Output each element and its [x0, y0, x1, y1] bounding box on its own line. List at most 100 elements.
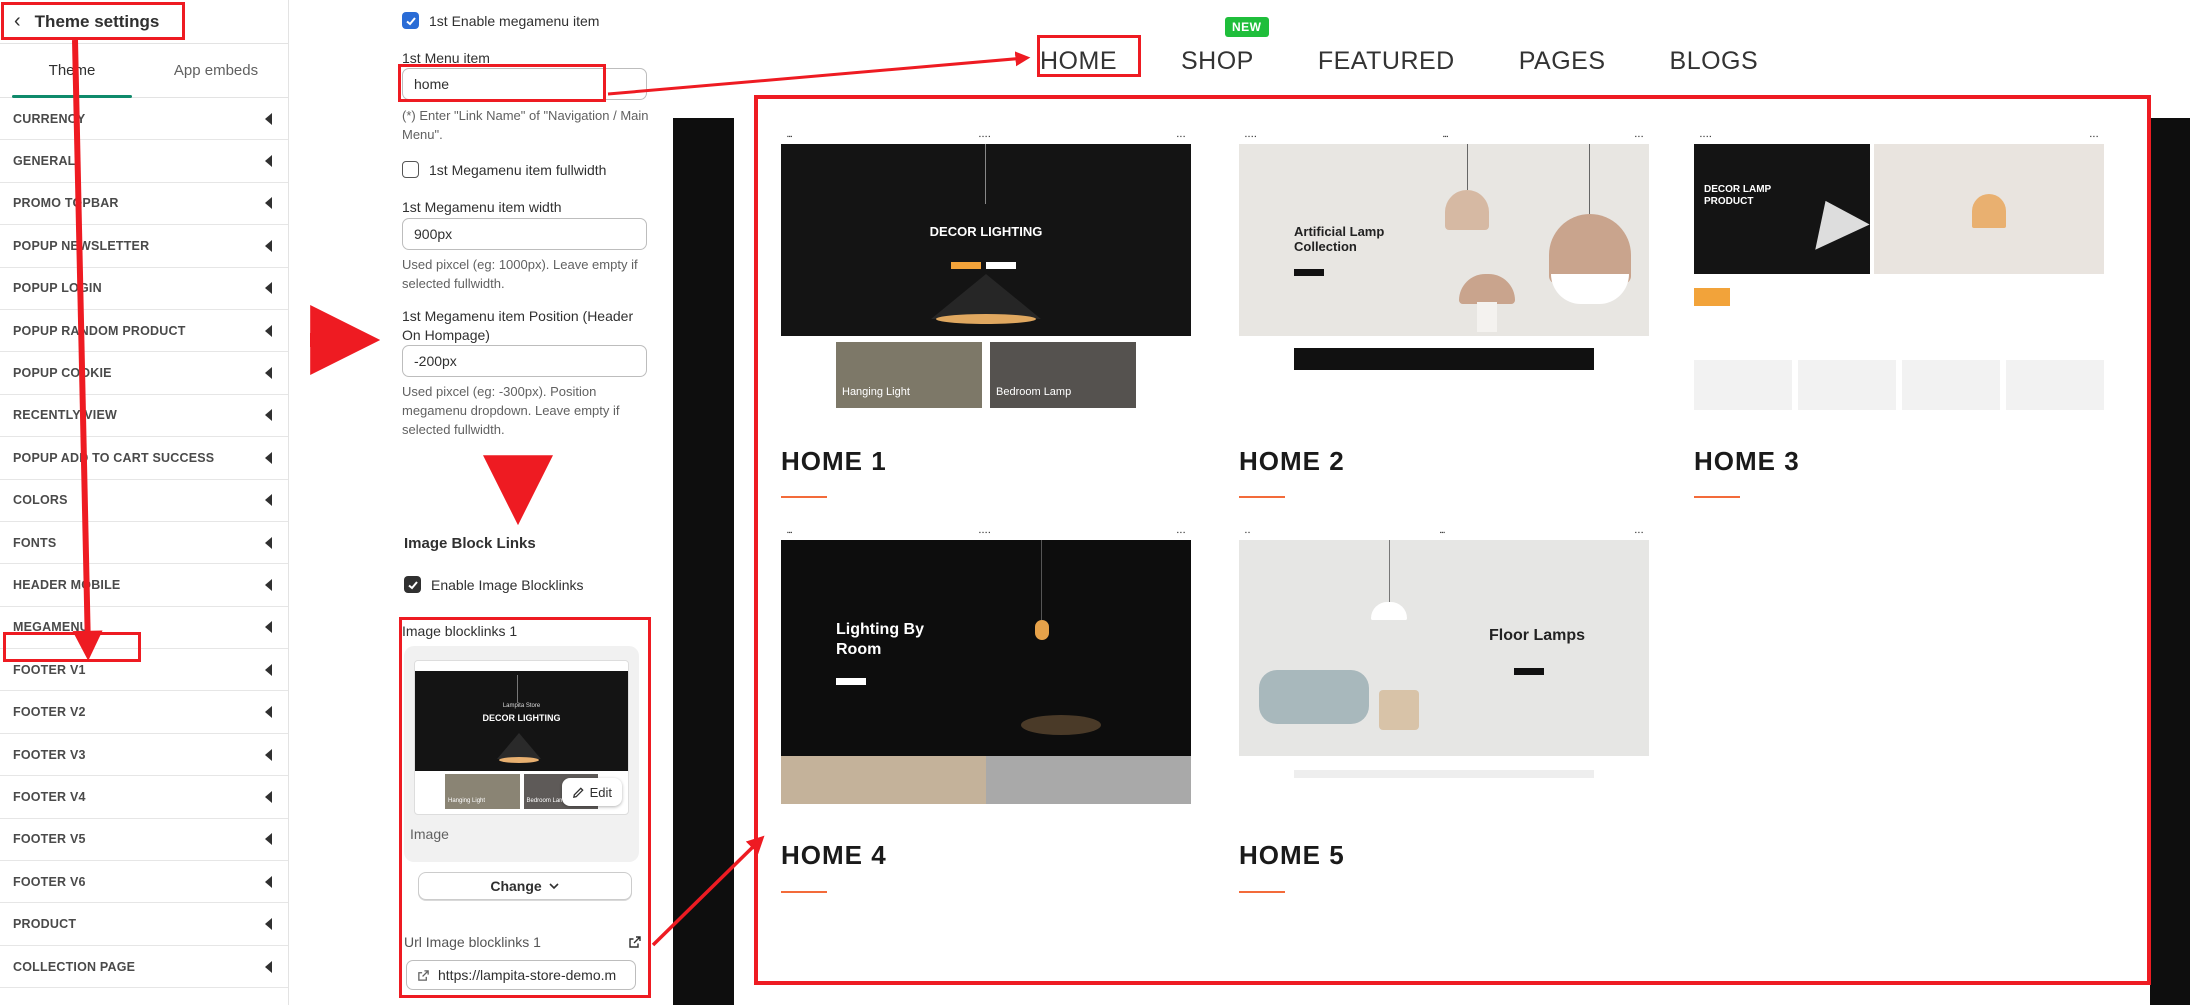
sidebar-item-label: FOOTER V1 [13, 662, 86, 677]
sidebar-item-megamenu[interactable]: MEGAMENU [0, 607, 288, 650]
sidebar-item-label: CURRENCY [13, 111, 86, 126]
home-3-screenshot: ▪ ▪ ▪ ▪ ▪ ▪ ▪ DECOR LAMP PRODUCT [1694, 130, 2104, 410]
megamenu-settings-panel: 1st Enable megamenu item 1st Menu item h… [390, 0, 670, 1005]
sidebar-item-label: POPUP COOKIE [13, 366, 112, 381]
home-5-hero-text: Floor Lamps [1489, 627, 1586, 644]
sidebar-item-popup-login[interactable]: POPUP LOGIN [0, 268, 288, 310]
settings-section-list: CURRENCY GENERAL PROMO TOPBAR POPUP NEWSLET… [0, 98, 288, 989]
nav-home[interactable]: HOME [1040, 47, 1117, 76]
sidebar-item-fonts[interactable]: FONTS [0, 522, 288, 565]
sidebar-item-label: POPUP RANDOM PRODUCT [13, 323, 186, 338]
image-picker-card: Lampita Store DECOR LIGHTING Hanging Lig… [404, 646, 639, 862]
sidebar-item-header-mobile[interactable]: HEADER MOBILE [0, 564, 288, 607]
home-1-sub-2: Bedroom Lamp [990, 342, 1136, 408]
home-1-screenshot: ▪▪▪ ▪ ▪ ▪ ▪ ▪ ▪ ▪ DECOR LIGHTING Hanging L… [781, 130, 1191, 410]
back-chevron-icon[interactable]: ‹ [14, 10, 21, 33]
home-4-tile[interactable]: ▪▪▪ ▪ ▪ ▪ ▪ ▪ ▪ ▪ Lighting By Room [781, 526, 1191, 804]
nav-shop-label: SHOP [1181, 46, 1254, 75]
menu-item-help: (*) Enter "Link Name" of "Navigation / M… [402, 108, 649, 142]
sidebar-title: Theme settings [34, 11, 160, 31]
home-1-underline [781, 496, 827, 498]
home-2-screenshot: ▪ ▪ ▪ ▪ ▪▪▪ ▪ ▪ ▪ Artificial Lamp Collecti… [1239, 130, 1649, 410]
home-3-underline [1694, 496, 1740, 498]
sidebar-item-footer-v3[interactable]: FOOTER V3 [0, 734, 288, 777]
sidebar-item-footer-v1[interactable]: FOOTER V1 [0, 649, 288, 692]
home-3-tile[interactable]: ▪ ▪ ▪ ▪ ▪ ▪ ▪ DECOR LAMP PRODUCT [1694, 130, 2104, 410]
width-help: Used pixcel (eg: 1000px). Leave empty if… [402, 257, 638, 291]
home-1-title[interactable]: HOME 1 [781, 446, 887, 477]
home-1-tile[interactable]: ▪▪▪ ▪ ▪ ▪ ▪ ▪ ▪ ▪ DECOR LIGHTING Hanging L… [781, 130, 1191, 410]
sidebar-item-general[interactable]: GENERAL [0, 140, 288, 183]
enable-megamenu-label: 1st Enable megamenu item [429, 12, 600, 29]
home-5-screenshot: ▪ ▪ ▪▪▪ ▪ ▪ ▪ Floor Lamps [1239, 526, 1649, 804]
sidebar-item-label: COLLECTION PAGE [13, 959, 136, 974]
home-1-hero-text: DECOR LIGHTING [929, 224, 1043, 239]
menu-item-input[interactable]: home [402, 68, 647, 100]
checkmark-icon [405, 16, 416, 25]
external-link-icon[interactable] [628, 935, 642, 949]
enable-megamenu-item-row[interactable]: 1st Enable megamenu item [402, 12, 599, 29]
sidebar-item-collection-page[interactable]: COLLECTION PAGE [0, 946, 288, 989]
sidebar-item-label: POPUP ADD TO CART SUCCESS [13, 450, 215, 465]
tab-theme[interactable]: Theme [0, 44, 144, 98]
sidebar-item-colors[interactable]: COLORS [0, 480, 288, 522]
sidebar-item-label: FOOTER V5 [13, 832, 86, 847]
enable-blocklinks-row[interactable]: Enable Image Blocklinks [404, 576, 584, 593]
thumb-sub-1: Hanging Light [445, 774, 520, 809]
caret-left-icon [265, 875, 272, 888]
sidebar-item-label: FOOTER V3 [13, 747, 86, 762]
sidebar-item-popup-newsletter[interactable]: POPUP NEWSLETTER [0, 225, 288, 268]
change-label: Change [490, 878, 542, 894]
home-5-title[interactable]: HOME 5 [1239, 840, 1345, 871]
fullwidth-label: 1st Megamenu item fullwidth [429, 161, 607, 178]
enable-blocklinks-checkbox[interactable] [404, 576, 421, 593]
caret-left-icon [265, 960, 272, 973]
enable-megamenu-checkbox[interactable] [402, 12, 419, 29]
sidebar-item-recently-view[interactable]: RECENTLY VIEW [0, 395, 288, 438]
home-3-title[interactable]: HOME 3 [1694, 446, 1800, 477]
sidebar-item-footer-v6[interactable]: FOOTER V6 [0, 861, 288, 904]
tab-app-embeds[interactable]: App embeds [144, 44, 288, 97]
url-input[interactable]: https://lampita-store-demo.m [406, 960, 636, 990]
edit-image-button[interactable]: Edit [561, 778, 622, 806]
nav-shop[interactable]: SHOP NEW [1181, 16, 1269, 76]
checkmark-icon [407, 580, 418, 589]
nav-blogs-label: BLOGS [1669, 46, 1759, 75]
home-5-tile[interactable]: ▪ ▪ ▪▪▪ ▪ ▪ ▪ Floor Lamps [1239, 526, 1649, 804]
sidebar-item-product[interactable]: PRODUCT [0, 903, 288, 946]
sidebar-item-currency[interactable]: CURRENCY [0, 98, 288, 141]
home-5-underline [1239, 891, 1285, 893]
sidebar-item-popup-cookie[interactable]: POPUP COOKIE [0, 352, 288, 395]
width-input[interactable]: 900px [402, 218, 647, 250]
caret-left-icon [265, 748, 272, 761]
position-label: 1st Megamenu item Position (Header On Ho… [402, 308, 634, 343]
sidebar-item-label: HEADER MOBILE [13, 577, 121, 592]
sidebar-item-label: FOOTER V4 [13, 789, 86, 804]
nav-pages[interactable]: PAGES [1519, 47, 1606, 76]
url-value: https://lampita-store-demo.m [438, 967, 617, 983]
nav-blogs[interactable]: BLOGS [1670, 47, 1759, 76]
sidebar-item-popup-random-product[interactable]: POPUP RANDOM PRODUCT [0, 310, 288, 353]
sidebar-item-label: POPUP LOGIN [13, 281, 102, 296]
fullwidth-row[interactable]: 1st Megamenu item fullwidth [402, 161, 606, 178]
theme-settings-sidebar: ‹ Theme settings Theme App embeds CURREN… [0, 0, 289, 1005]
caret-left-icon [265, 536, 272, 549]
sidebar-item-promo-topbar[interactable]: PROMO TOPBAR [0, 183, 288, 226]
caret-left-icon [265, 197, 272, 210]
home-4-title[interactable]: HOME 4 [781, 840, 887, 871]
sidebar-item-popup-add-to-cart-success[interactable]: POPUP ADD TO CART SUCCESS [0, 437, 288, 480]
position-input[interactable]: -200px [402, 345, 647, 377]
home-2-tile[interactable]: ▪ ▪ ▪ ▪ ▪▪▪ ▪ ▪ ▪ Artificial Lamp Collecti… [1239, 130, 1649, 410]
home-2-title[interactable]: HOME 2 [1239, 446, 1345, 477]
main-navigation: HOME SHOP NEW FEATURED PAGES BLOGS [1040, 16, 1822, 86]
sidebar-item-footer-v2[interactable]: FOOTER V2 [0, 691, 288, 734]
caret-left-icon [265, 112, 272, 125]
sidebar-item-footer-v4[interactable]: FOOTER V4 [0, 776, 288, 819]
sidebar-item-label: PRODUCT [13, 917, 77, 932]
nav-featured[interactable]: FEATURED [1318, 47, 1455, 76]
change-image-button[interactable]: Change [418, 872, 632, 900]
fullwidth-checkbox[interactable] [402, 161, 419, 178]
caret-left-icon [265, 324, 272, 337]
thumb-store-text: Lampita Store [502, 703, 541, 709]
sidebar-item-footer-v5[interactable]: FOOTER V5 [0, 819, 288, 862]
